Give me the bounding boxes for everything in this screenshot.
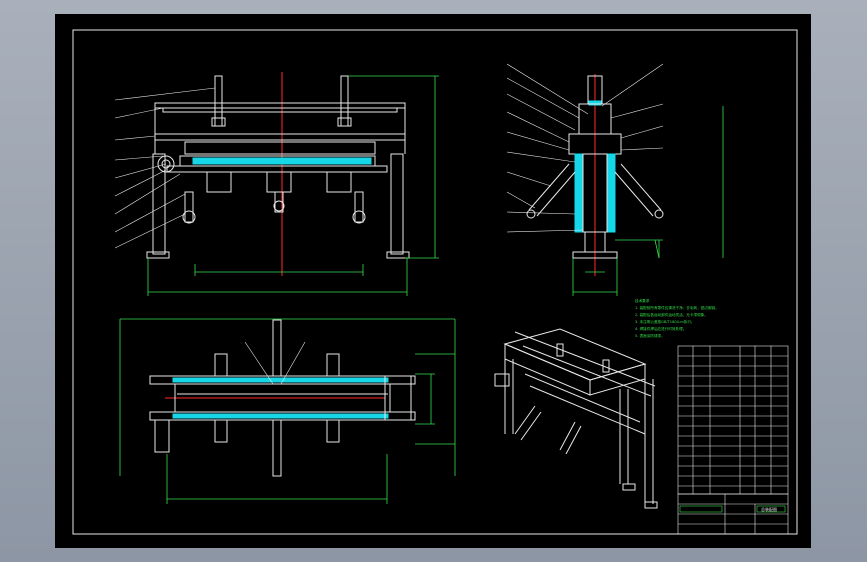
front-view [114,72,439,296]
top-view-section-upper [172,377,389,383]
note-line: 1. 装配前所有零件应清洗干净，去毛刺，锐边倒钝。 [635,305,719,310]
isometric-view [494,328,658,509]
parts-list [677,345,789,495]
top-view [119,318,456,504]
front-section-bar [192,157,372,165]
note-line: 2. 装配后各运动部件运动灵活，无卡滞现象。 [635,312,708,317]
title-block-name: 总装配图 [761,506,777,512]
front-leg-right [390,153,404,255]
front-leg-left [152,153,166,255]
technical-notes: 技术要求 1. 装配前所有零件应清洗干净，去毛刺，锐边倒钝。 2. 装配后各运动… [635,298,719,338]
notes-title: 技术要求 [635,298,650,303]
top-view-section-lower [172,413,389,419]
cad-viewer-background: 技术要求 1. 装配前所有零件应清洗干净，去毛刺，锐边倒钝。 2. 装配后各运动… [0,0,867,562]
note-line: 5. 表面涂防锈漆。 [635,333,665,338]
note-line: 3. 未注明公差按GB/T1804-m执行。 [635,319,695,324]
side-section-right [606,153,616,233]
note-line: 4. 焊接件焊后应进行时效处理。 [635,326,686,331]
drawing-sheet[interactable]: 技术要求 1. 装配前所有零件应清洗干净，去毛刺，锐边倒钝。 2. 装配后各运动… [55,14,811,548]
side-view [506,63,724,296]
title-block: 总装配图 [677,493,789,535]
side-section-left [574,153,584,233]
drawing-canvas: 技术要求 1. 装配前所有零件应清洗干净，去毛刺，锐边倒钝。 2. 装配后各运动… [72,29,798,535]
